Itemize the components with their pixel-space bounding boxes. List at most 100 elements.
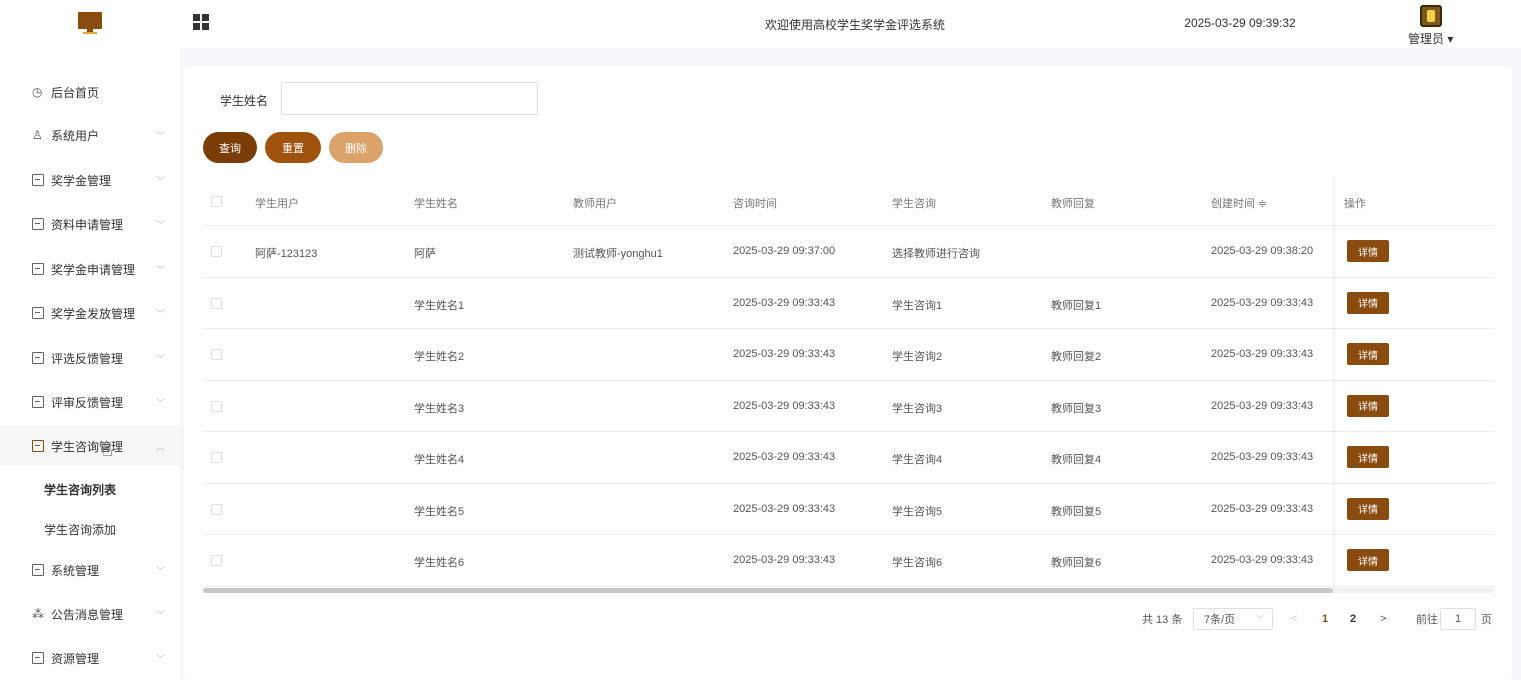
select-all-checkbox[interactable] bbox=[211, 196, 222, 207]
cell-consult-time: 2025-03-29 09:33:43 bbox=[733, 554, 836, 566]
table-row: 学生姓名1 2025-03-29 09:33:43 学生咨询1 教师回复1 2025-0… bbox=[203, 278, 1495, 329]
box-icon bbox=[32, 440, 44, 452]
cell-student-name: 学生姓名3 bbox=[414, 402, 465, 415]
page-size-select[interactable]: 7条/页 ﹀ bbox=[1193, 608, 1273, 630]
search-label: 学生姓名 bbox=[220, 94, 269, 108]
horizontal-scrollbar[interactable] bbox=[203, 588, 1495, 593]
student-name-input[interactable] bbox=[281, 82, 538, 115]
sidebar-item-scholarship-apply[interactable]: 奖学金申请管理 ﹀ bbox=[0, 249, 180, 289]
sidebar-item-selection-feedback[interactable]: 评选反馈管理 ﹀ bbox=[0, 338, 180, 378]
sidebar-item-scholarship[interactable]: 奖学金管理 ﹀ bbox=[0, 160, 180, 200]
delete-button[interactable]: 删除 bbox=[329, 132, 383, 163]
next-page-button[interactable]: > bbox=[1380, 608, 1386, 630]
row-checkbox[interactable] bbox=[211, 503, 222, 515]
row-checkbox[interactable] bbox=[211, 349, 222, 360]
cell-created: 2025-03-29 09:33:43 bbox=[1211, 502, 1314, 515]
detail-button[interactable]: 详情 bbox=[1347, 291, 1389, 314]
sidebar-item-student-consult[interactable]: 学生咨询管理 ︿ bbox=[0, 426, 180, 466]
cell-consult-time: 2025-03-29 09:33:43 bbox=[733, 348, 836, 360]
sidebar-item-announcements[interactable]: ⁂ 公告消息管理 ﹀ bbox=[0, 594, 180, 634]
sparkle-icon: ⁂ bbox=[32, 607, 44, 621]
cell-consult: 学生咨询2 bbox=[892, 351, 943, 363]
cell-created: 2025-03-29 09:38:20 bbox=[1211, 245, 1314, 257]
page-size-value: 7条/页 bbox=[1204, 614, 1236, 626]
goto-label: 前往 bbox=[1416, 614, 1438, 626]
row-checkbox[interactable] bbox=[211, 555, 222, 566]
cell-consult: 学生咨询1 bbox=[892, 299, 943, 312]
detail-button[interactable]: 详情 bbox=[1347, 497, 1389, 520]
sidebar-item-label: 资料申请管理 bbox=[51, 217, 124, 232]
folder-icon bbox=[32, 564, 44, 576]
cell-consult: 选择教师进行咨询 bbox=[892, 248, 980, 260]
cell-teacher-user: 测试教师-yonghu1 bbox=[573, 248, 663, 260]
detail-button[interactable]: 详情 bbox=[1347, 240, 1389, 262]
chevron-down-icon: ﹀ bbox=[156, 130, 166, 141]
cell-created: 2025-03-29 09:33:43 bbox=[1211, 554, 1314, 566]
detail-button[interactable]: 详情 bbox=[1347, 394, 1389, 417]
chevron-down-icon: ﹀ bbox=[156, 175, 166, 186]
row-checkbox[interactable] bbox=[211, 246, 222, 257]
monitor-logo-icon bbox=[78, 12, 102, 36]
chat-icon bbox=[32, 652, 44, 664]
reset-button[interactable]: 重置 bbox=[265, 132, 321, 163]
col-reply: 教师回复 bbox=[1051, 198, 1095, 210]
sidebar-item-system-users[interactable]: ♙ 系统用户 ﹀ bbox=[0, 115, 180, 155]
cell-consult-time: 2025-03-29 09:37:00 bbox=[733, 245, 836, 257]
sidebar-item-scholarship-issue[interactable]: 奖学金发放管理 ﹀ bbox=[0, 293, 180, 333]
sidebar-item-label: 奖学金管理 bbox=[51, 173, 112, 188]
col-created-sortable[interactable]: 创建时间 ≑ bbox=[1211, 195, 1267, 211]
detail-button[interactable]: 详情 bbox=[1347, 549, 1389, 571]
sidebar-item-home[interactable]: ◷ 后台首页 bbox=[0, 72, 180, 112]
cell-student-name: 学生姓名6 bbox=[414, 557, 465, 569]
sidebar-item-review-feedback[interactable]: 评审反馈管理 ﹀ bbox=[0, 382, 180, 422]
row-checkbox[interactable] bbox=[211, 400, 222, 412]
menu-grid-icon[interactable] bbox=[193, 14, 209, 30]
sidebar-item-label: 评选反馈管理 bbox=[51, 351, 124, 366]
sidebar-subitem-consult-add[interactable]: 学生咨询添加 bbox=[0, 508, 180, 548]
sidebar-item-system-manage[interactable]: 系统管理 ﹀ bbox=[0, 550, 180, 590]
cell-consult-time: 2025-03-29 09:33:43 bbox=[733, 451, 836, 463]
cell-consult-time: 2025-03-29 09:33:43 bbox=[733, 296, 836, 309]
box-icon bbox=[32, 174, 44, 186]
chevron-down-icon: ﹀ bbox=[156, 565, 166, 576]
sidebar-item-label: 公告消息管理 bbox=[51, 607, 124, 622]
detail-button[interactable]: 详情 bbox=[1347, 446, 1389, 468]
col-consult: 学生咨询 bbox=[892, 198, 936, 210]
sidebar-subitem-consult-list[interactable]: 学生咨询列表 bbox=[0, 468, 180, 508]
table-row: 学生姓名4 2025-03-29 09:33:43 学生咨询4 教师回复4 2025-0… bbox=[203, 432, 1495, 484]
sidebar-item-resources[interactable]: 资源管理 ﹀ bbox=[0, 638, 180, 678]
cell-reply: 教师回复1 bbox=[1051, 299, 1102, 312]
user-menu[interactable]: 管理员 ▾ bbox=[1408, 30, 1453, 47]
cell-student-name: 学生姓名5 bbox=[414, 505, 465, 518]
top-header: 欢迎使用高校学生奖学金评选系统 2025-03-29 09:39:32 管理员 … bbox=[0, 0, 1521, 48]
sidebar-item-label: 后台首页 bbox=[51, 85, 100, 100]
sidebar-subitem-label: 学生咨询添加 bbox=[44, 523, 117, 537]
prev-page-button[interactable]: < bbox=[1291, 608, 1297, 630]
row-checkbox[interactable] bbox=[211, 297, 222, 309]
table-row: 学生姓名6 2025-03-29 09:33:43 学生咨询6 教师回复6 2025-0… bbox=[203, 535, 1495, 587]
page-2-button[interactable]: 2 bbox=[1350, 608, 1356, 630]
user-icon: ♙ bbox=[32, 128, 43, 142]
sidebar-item-label: 系统用户 bbox=[51, 128, 100, 143]
col-teacher-user: 教师用户 bbox=[573, 198, 617, 210]
detail-button[interactable]: 详情 bbox=[1347, 343, 1389, 365]
chevron-down-icon: ﹀ bbox=[156, 264, 166, 275]
cell-reply: 教师回复6 bbox=[1051, 557, 1102, 569]
cell-student-name: 学生姓名1 bbox=[414, 299, 465, 312]
pagination-total: 共 13 条 bbox=[1142, 614, 1183, 626]
goto-page-input[interactable]: 1 bbox=[1440, 608, 1476, 630]
box-icon bbox=[32, 396, 44, 408]
sidebar-item-label: 评审反馈管理 bbox=[51, 395, 124, 410]
cell-consult-time: 2025-03-29 09:33:43 bbox=[733, 399, 836, 412]
scrollbar-thumb[interactable] bbox=[203, 588, 1333, 593]
sidebar-item-material-apply[interactable]: 资料申请管理 ﹀ bbox=[0, 204, 180, 244]
row-checkbox[interactable] bbox=[211, 452, 222, 463]
cell-student-user: 阿萨-123123 bbox=[255, 248, 318, 260]
cell-consult-time: 2025-03-29 09:33:43 bbox=[733, 502, 836, 515]
chevron-down-icon: ﹀ bbox=[156, 353, 166, 364]
user-avatar[interactable] bbox=[1420, 5, 1442, 27]
query-button[interactable]: 查询 bbox=[203, 132, 257, 163]
table-header: 学生用户 学生姓名 教师用户 咨询时间 学生咨询 教师回复 创建时间 ≑ 操作 bbox=[203, 176, 1495, 226]
page-1-button[interactable]: 1 bbox=[1322, 608, 1328, 630]
cell-student-name: 阿萨 bbox=[414, 248, 436, 260]
